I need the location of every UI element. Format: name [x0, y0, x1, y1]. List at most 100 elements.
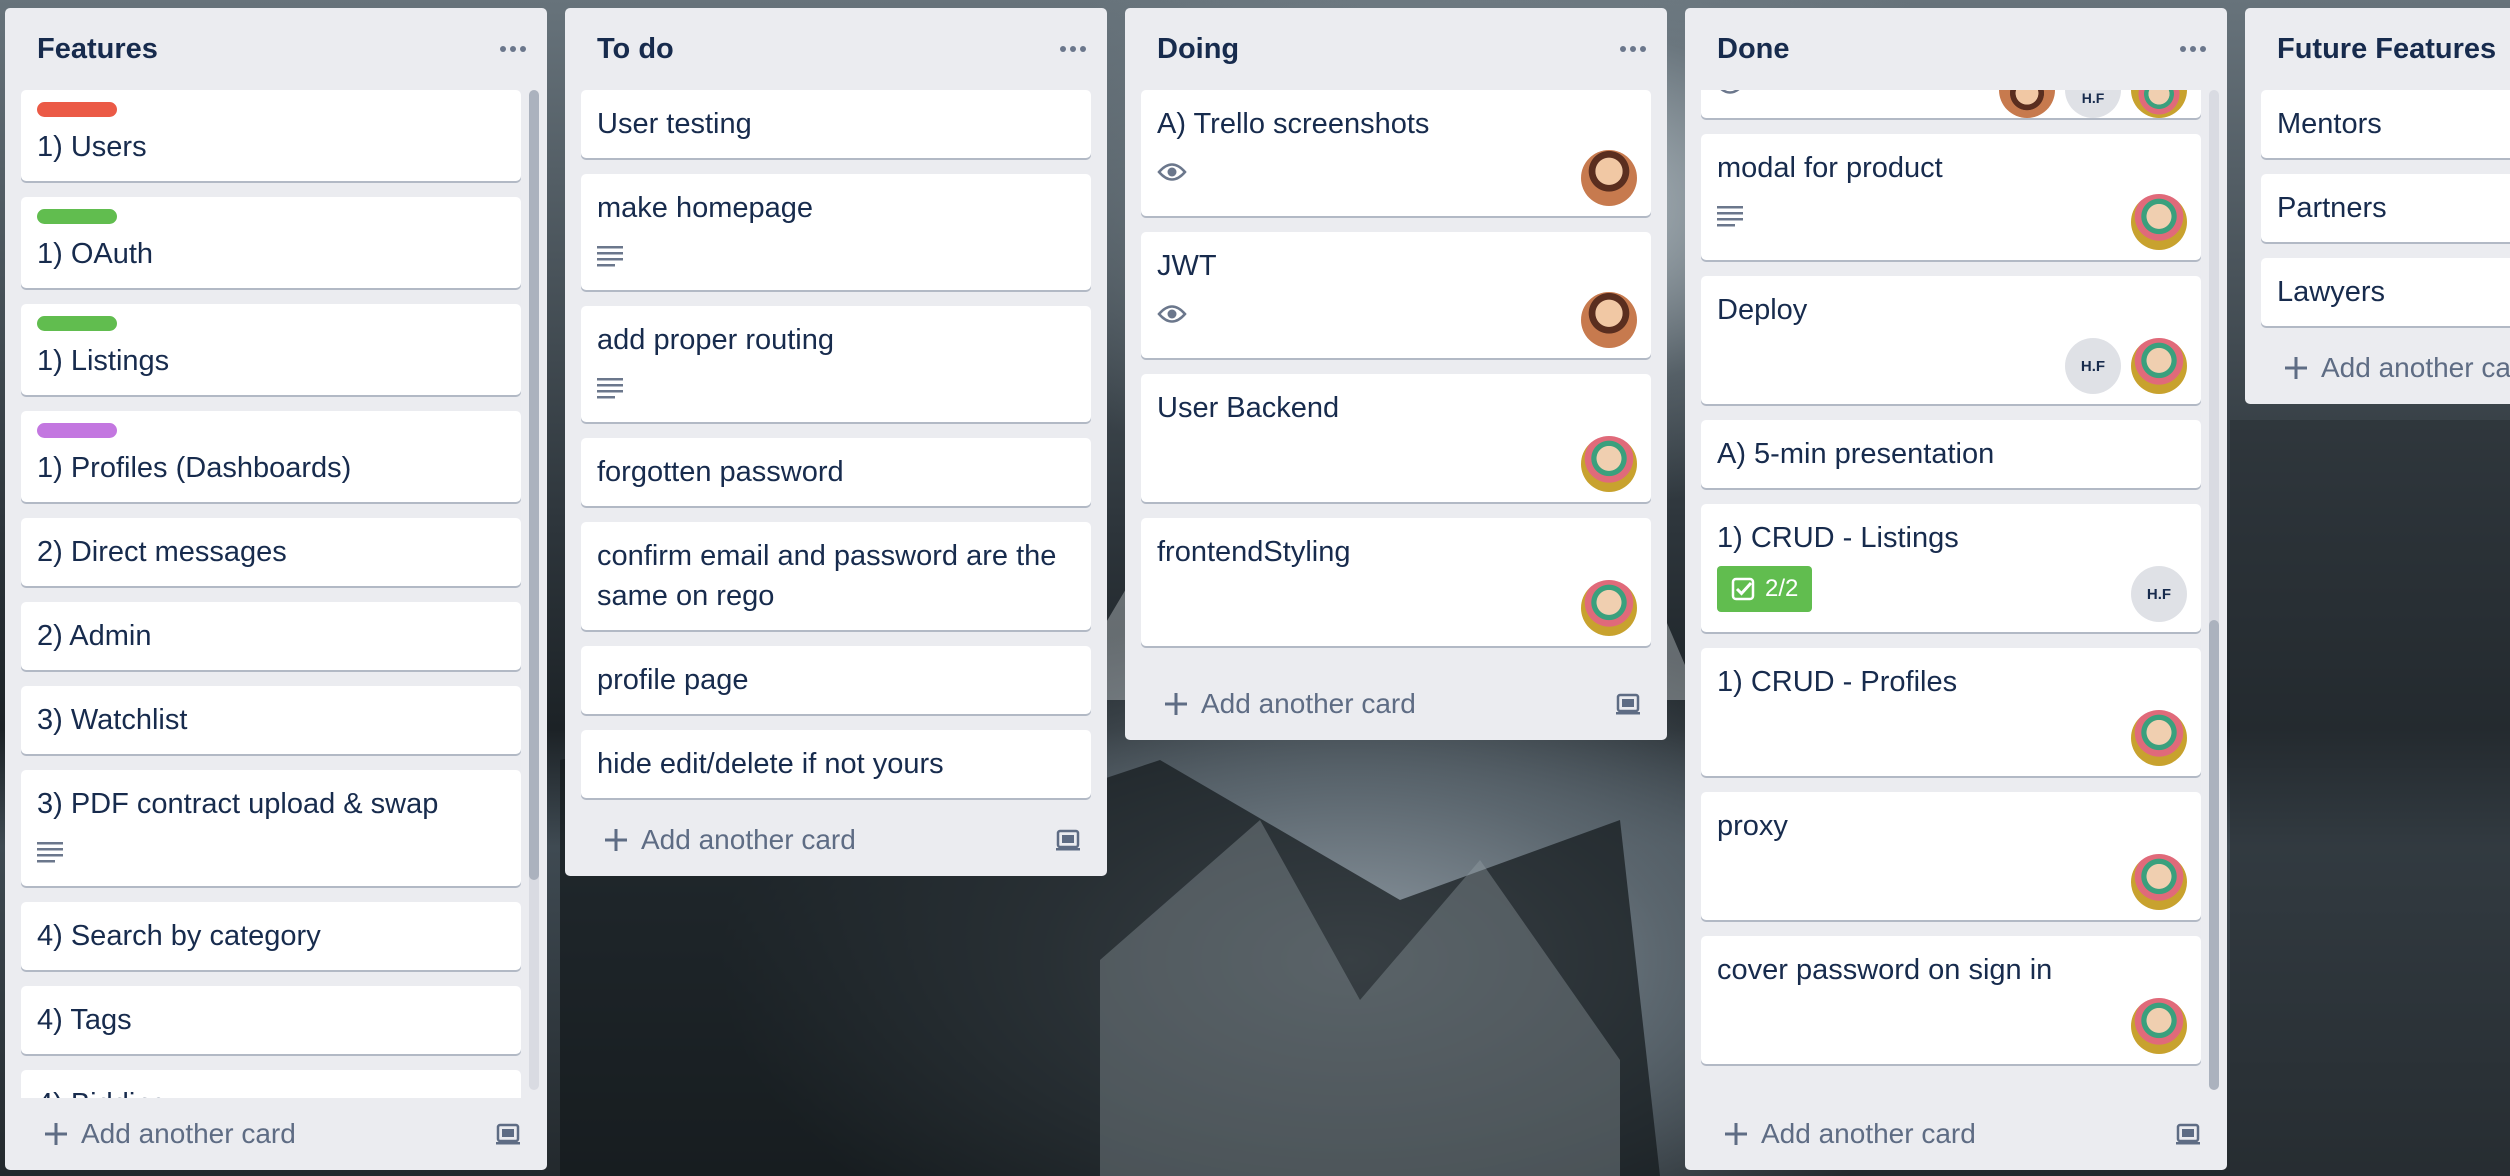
- member-avatar[interactable]: [1581, 436, 1637, 492]
- list-done: Done H.F modal for product Deploy H.F A)…: [1685, 8, 2227, 1170]
- card[interactable]: H.F: [1701, 90, 2201, 118]
- label-green[interactable]: [37, 316, 117, 331]
- card-title: 2) Admin: [37, 620, 152, 652]
- label-red[interactable]: [37, 102, 117, 117]
- card-template-button[interactable]: [2175, 1122, 2201, 1146]
- card-badges: [1157, 152, 1635, 192]
- member-avatar-initials[interactable]: H.F: [2065, 90, 2121, 118]
- card-title: 1) CRUD - Listings: [1717, 522, 1959, 554]
- card[interactable]: 2) Admin: [21, 602, 521, 670]
- template-icon: [2176, 1123, 2200, 1145]
- card[interactable]: 1) CRUD - Profiles: [1701, 648, 2201, 776]
- card[interactable]: forgotten password: [581, 438, 1091, 506]
- member-avatar-initials[interactable]: H.F: [2065, 338, 2121, 394]
- card[interactable]: confirm email and password are the same …: [581, 522, 1091, 630]
- plus-icon: [1725, 1123, 1747, 1145]
- card-title: 1) Users: [37, 131, 147, 163]
- add-card-button[interactable]: Add another card: [1163, 688, 1416, 720]
- member-avatar[interactable]: [2131, 90, 2187, 118]
- card[interactable]: add proper routing: [581, 306, 1091, 422]
- card[interactable]: 3) PDF contract upload & swap: [21, 770, 521, 886]
- list-menu-button[interactable]: [2173, 29, 2213, 69]
- description-icon: [37, 841, 63, 863]
- member-avatar[interactable]: [2131, 710, 2187, 766]
- card-badges: [37, 832, 505, 872]
- member-avatar-initials[interactable]: H.F: [2131, 566, 2187, 622]
- list-title[interactable]: Future Features: [2277, 33, 2496, 66]
- card[interactable]: A) Trello screenshots: [1141, 90, 1651, 216]
- member-avatar[interactable]: [2131, 338, 2187, 394]
- scrollbar[interactable]: [2209, 90, 2219, 1090]
- member-avatar[interactable]: [1581, 292, 1637, 348]
- list-header: Done: [1685, 8, 2227, 90]
- card[interactable]: JWT: [1141, 232, 1651, 358]
- card-members: [1581, 436, 1637, 492]
- card[interactable]: 1) Listings: [21, 304, 521, 395]
- card[interactable]: Deploy H.F: [1701, 276, 2201, 404]
- card[interactable]: 4) Search by category: [21, 902, 521, 970]
- card-template-button[interactable]: [1615, 692, 1641, 716]
- card[interactable]: Mentors: [2261, 90, 2510, 158]
- add-card-button[interactable]: Add another card: [43, 1118, 296, 1150]
- card[interactable]: 1) CRUD - Listings 2/2 H.F: [1701, 504, 2201, 632]
- member-avatar[interactable]: [2131, 194, 2187, 250]
- card-title: profile page: [597, 664, 749, 696]
- member-avatar[interactable]: [2131, 854, 2187, 910]
- card-template-button[interactable]: [1055, 828, 1081, 852]
- card-title: Lawyers: [2277, 276, 2385, 308]
- card-members: [2131, 854, 2187, 910]
- plus-icon: [45, 1123, 67, 1145]
- card[interactable]: profile page: [581, 646, 1091, 714]
- label-purple[interactable]: [37, 423, 117, 438]
- card[interactable]: 1) Profiles (Dashboards): [21, 411, 521, 502]
- card-template-button[interactable]: [495, 1122, 521, 1146]
- scrollbar-thumb[interactable]: [529, 90, 539, 880]
- card[interactable]: Partners: [2261, 174, 2510, 242]
- list-title[interactable]: Doing: [1157, 33, 1239, 66]
- member-avatar[interactable]: [2131, 998, 2187, 1054]
- list-title[interactable]: To do: [597, 33, 674, 66]
- card-members: H.F: [2065, 338, 2187, 394]
- list-menu-button[interactable]: [493, 29, 533, 69]
- member-avatar[interactable]: [1581, 580, 1637, 636]
- card[interactable]: 3) Watchlist: [21, 686, 521, 754]
- card[interactable]: A) 5-min presentation: [1701, 420, 2201, 488]
- add-card-button[interactable]: Add another card: [2283, 352, 2510, 384]
- card[interactable]: proxy: [1701, 792, 2201, 920]
- description-icon: [597, 245, 623, 267]
- card[interactable]: make homepage: [581, 174, 1091, 290]
- member-avatar[interactable]: [1999, 90, 2055, 118]
- card-title: A) Trello screenshots: [1157, 108, 1430, 140]
- card[interactable]: modal for product: [1701, 134, 2201, 260]
- board: Features 1) Users 1) OAuth 1) Listings 1…: [0, 0, 2510, 1176]
- plus-icon: [605, 829, 627, 851]
- list-title[interactable]: Done: [1717, 33, 1790, 66]
- scrollbar[interactable]: [529, 90, 539, 1090]
- more-icon: [1620, 46, 1646, 52]
- card-members: [2131, 710, 2187, 766]
- list-menu-button[interactable]: [1613, 29, 1653, 69]
- card[interactable]: 2) Direct messages: [21, 518, 521, 586]
- card[interactable]: frontendStyling: [1141, 518, 1651, 646]
- card[interactable]: 4) Bidding: [21, 1070, 521, 1098]
- list-title[interactable]: Features: [37, 33, 158, 66]
- add-card-button[interactable]: Add another card: [1723, 1118, 1976, 1150]
- watch-icon: [1157, 303, 1187, 325]
- card[interactable]: User Backend: [1141, 374, 1651, 502]
- card[interactable]: User testing: [581, 90, 1091, 158]
- scrollbar-thumb[interactable]: [2209, 620, 2219, 1090]
- plus-icon: [2285, 357, 2307, 379]
- add-card-button[interactable]: Add another card: [603, 824, 856, 856]
- card[interactable]: Lawyers: [2261, 258, 2510, 326]
- card-title: 1) OAuth: [37, 238, 154, 270]
- card[interactable]: 4) Tags: [21, 986, 521, 1054]
- list-menu-button[interactable]: [1053, 29, 1093, 69]
- card[interactable]: 1) OAuth: [21, 197, 521, 288]
- card[interactable]: hide edit/delete if not yours: [581, 730, 1091, 798]
- more-icon: [500, 46, 526, 52]
- card-members: [2131, 194, 2187, 250]
- card[interactable]: 1) Users: [21, 90, 521, 181]
- card[interactable]: cover password on sign in: [1701, 936, 2201, 1064]
- member-avatar[interactable]: [1581, 150, 1637, 206]
- label-green[interactable]: [37, 209, 117, 224]
